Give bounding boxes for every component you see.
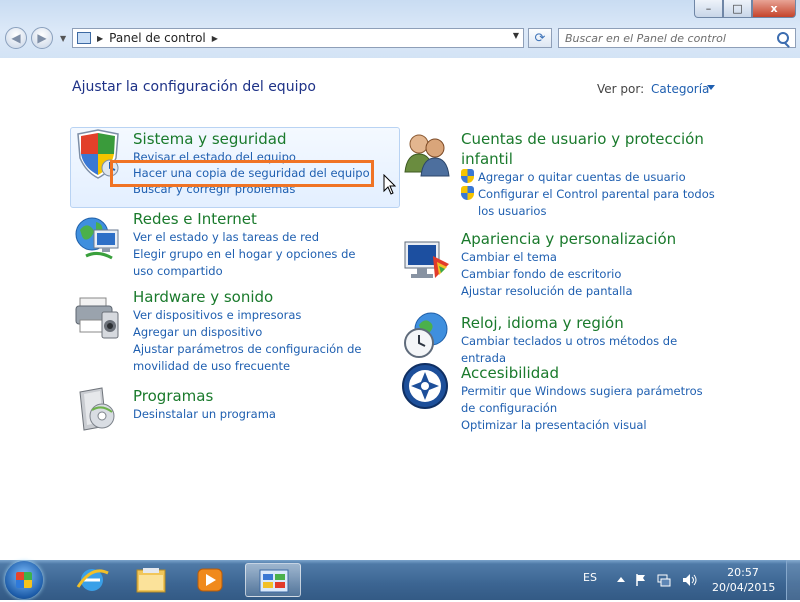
appearance-icon[interactable] (401, 234, 453, 286)
action-center-flag-icon[interactable] (634, 572, 648, 586)
uac-shield-icon (461, 186, 474, 200)
category-title[interactable]: Accesibilidad (461, 363, 721, 383)
taskbar-explorer[interactable] (123, 563, 179, 597)
clock-globe-icon[interactable] (401, 309, 453, 361)
category-programs: Programas Desinstalar un programa (133, 386, 393, 423)
folder-icon (136, 568, 166, 593)
link-screen-resolution[interactable]: Ajustar resolución de pantalla (461, 283, 721, 300)
breadcrumb-control-panel[interactable]: Panel de control (109, 31, 206, 45)
accessibility-icon[interactable] (401, 362, 453, 414)
search-input[interactable]: Buscar en el Panel de control (565, 32, 726, 45)
language-indicator[interactable]: ES (583, 571, 597, 584)
category-title[interactable]: Cuentas de usuario y protección infantil (461, 129, 711, 169)
forward-button[interactable]: ▶ (31, 27, 53, 49)
back-button[interactable]: ◀ (5, 27, 27, 49)
show-desktop-button[interactable] (786, 560, 800, 600)
view-by-dropdown[interactable]: Categoría (651, 82, 709, 96)
programs-icon[interactable] (72, 382, 124, 434)
search-box[interactable]: Buscar en el Panel de control (558, 28, 796, 48)
shield-link-row: Configurar el Control parental para todo… (461, 186, 721, 220)
system-clock[interactable]: 20:57 20/04/2015 (712, 565, 776, 595)
printer-speaker-icon[interactable] (72, 290, 124, 342)
address-dropdown-icon[interactable]: ▼ (513, 31, 519, 40)
link-change-keyboards[interactable]: Cambiar teclados u otros métodos de entr… (461, 333, 721, 367)
chevron-down-icon[interactable] (707, 85, 715, 90)
link-homegroup[interactable]: Elegir grupo en el hogar y opciones de u… (133, 246, 368, 280)
network-icon[interactable] (657, 572, 671, 587)
category-title[interactable]: Apariencia y personalización (461, 229, 721, 249)
category-title[interactable]: Reloj, idioma y región (461, 313, 721, 333)
breadcrumb-separator[interactable]: ▶ (212, 34, 218, 43)
recent-pages-dropdown[interactable]: ▼ (60, 34, 66, 43)
backup-link-highlight (110, 160, 374, 187)
clock-time: 20:57 (727, 566, 759, 579)
media-player-icon (197, 568, 223, 592)
link-add-remove-accounts[interactable]: Agregar o quitar cuentas de usuario (478, 169, 686, 186)
taskbar-control-panel[interactable] (245, 563, 301, 597)
control-panel-icon (77, 32, 91, 44)
refresh-icon: ⟳ (534, 30, 546, 46)
user-accounts-icon[interactable] (401, 128, 453, 180)
maximize-button[interactable]: □ (723, 0, 752, 18)
category-title[interactable]: Sistema y seguridad (133, 129, 393, 149)
category-title[interactable]: Programas (133, 386, 393, 406)
internet-explorer-icon (76, 569, 109, 591)
search-icon[interactable] (777, 32, 789, 44)
windows-logo-icon (16, 572, 32, 588)
link-uninstall-program[interactable]: Desinstalar un programa (133, 406, 393, 423)
network-globe-icon[interactable] (72, 212, 124, 264)
uac-shield-icon (461, 169, 474, 183)
link-parental-controls[interactable]: Configurar el Control parental para todo… (478, 186, 718, 220)
breadcrumb-separator[interactable]: ▶ (97, 34, 103, 43)
tray-arrow-icon[interactable] (614, 572, 628, 586)
shield-link-row: Agregar o quitar cuentas de usuario (461, 169, 721, 186)
minimize-button[interactable]: – (694, 0, 723, 18)
link-devices-printers[interactable]: Ver dispositivos e impresoras (133, 307, 393, 324)
category-title[interactable]: Hardware y sonido (133, 287, 393, 307)
address-bar[interactable]: ▶ Panel de control ▶ ▼ (72, 28, 524, 48)
start-button[interactable] (5, 561, 43, 599)
control-panel-icon (259, 569, 289, 593)
category-network-internet: Redes e Internet Ver el estado y las tar… (133, 209, 393, 280)
volume-icon[interactable] (682, 572, 697, 586)
category-hardware-sound: Hardware y sonido Ver dispositivos e imp… (133, 287, 393, 375)
taskbar-media-player[interactable] (182, 563, 238, 597)
taskbar (0, 560, 800, 600)
link-network-status[interactable]: Ver el estado y las tareas de red (133, 229, 393, 246)
category-accessibility: Accesibilidad Permitir que Windows sugie… (461, 363, 721, 434)
refresh-button[interactable]: ⟳ (528, 28, 552, 48)
category-appearance: Apariencia y personalización Cambiar el … (461, 229, 721, 300)
close-button[interactable]: x (752, 0, 796, 18)
mouse-cursor-icon (383, 174, 397, 195)
category-user-accounts: Cuentas de usuario y protección infantil… (461, 129, 721, 220)
window-controls: – □ x (694, 0, 796, 20)
category-title[interactable]: Redes e Internet (133, 209, 393, 229)
category-clock-language: Reloj, idioma y región Cambiar teclados … (461, 313, 721, 367)
page-title: Ajustar la configuración del equipo (72, 79, 316, 95)
view-by-label: Ver por: (597, 82, 645, 96)
link-desktop-background[interactable]: Cambiar fondo de escritorio (461, 266, 721, 283)
clock-date: 20/04/2015 (712, 581, 776, 594)
window-titlebar: – □ x ◀ ▶ ▼ ▶ Panel de control ▶ ▼ ⟳ Bus… (0, 0, 800, 58)
link-add-device[interactable]: Agregar un dispositivo (133, 324, 393, 341)
link-change-theme[interactable]: Cambiar el tema (461, 249, 721, 266)
taskbar-internet-explorer[interactable] (64, 563, 120, 597)
link-mobility-settings[interactable]: Ajustar parámetros de configuración de m… (133, 341, 363, 375)
link-windows-suggest-settings[interactable]: Permitir que Windows sugiera parámetros … (461, 383, 711, 417)
link-optimize-display[interactable]: Optimizar la presentación visual (461, 417, 721, 434)
